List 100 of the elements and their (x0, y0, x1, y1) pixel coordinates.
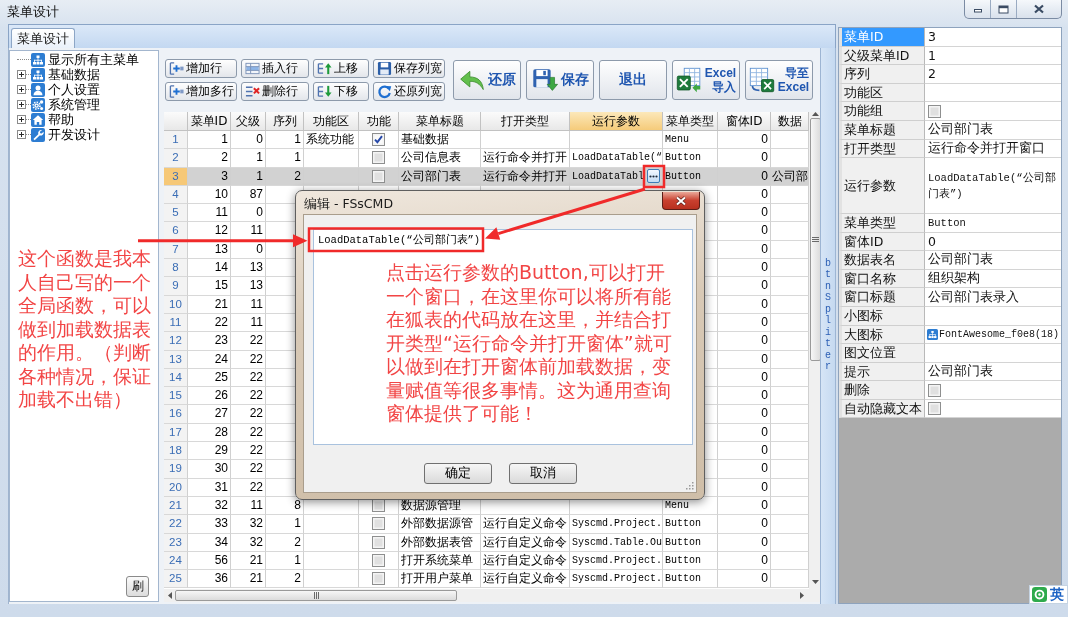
column-header[interactable]: 菜单标题 (399, 112, 481, 131)
ellipsis-button[interactable] (647, 169, 660, 184)
table-cell: 2 (266, 167, 304, 186)
property-label[interactable]: 数据表名 (839, 251, 925, 270)
property-value[interactable]: LoadDataTable(“公司部门表”) (925, 158, 1061, 214)
toolbar-button[interactable]: 删除行 (241, 82, 309, 101)
tree-item[interactable]: 帮助 (48, 112, 74, 127)
toolbar-button[interactable]: Excel 导入 (672, 60, 740, 100)
property-label[interactable]: 窗口标题 (839, 288, 925, 307)
checkbox[interactable] (928, 402, 941, 416)
table-cell: 0 (718, 460, 771, 479)
checkbox[interactable] (372, 133, 385, 147)
toolbar-button[interactable]: 还原列宽 (373, 82, 445, 101)
column-header[interactable]: 父级 (231, 112, 266, 131)
expand-icon[interactable] (17, 70, 26, 79)
scrollbar-thumb[interactable] (175, 590, 457, 601)
expand-icon[interactable] (17, 85, 26, 94)
property-value[interactable]: 公司部门表 (925, 251, 1061, 270)
ime-indicator[interactable]: 英 (1029, 585, 1068, 604)
property-value[interactable]: 3 (925, 28, 1061, 47)
table-row[interactable]: 22 33 32 1 外部数据源管 运行自定义命令 Syscmd.Project. Button 0 (164, 515, 809, 534)
row-number: 6 (164, 222, 188, 241)
checkbox[interactable] (372, 553, 385, 567)
horizontal-scrollbar[interactable] (164, 589, 809, 602)
toolbar-button[interactable]: 导至 Excel (745, 60, 813, 100)
property-label[interactable]: 删除 (839, 381, 925, 400)
vertical-scrollbar[interactable] (809, 112, 821, 589)
highlight-frame (642, 164, 666, 189)
table-row[interactable]: 24 56 21 1 打开系统菜单 运行自定义命令 Syscmd.Project. Button 0 (164, 551, 809, 571)
scroll-down-arrow[interactable] (811, 580, 819, 584)
column-header[interactable]: 窗体ID (718, 112, 771, 131)
table-row[interactable]: 1 1 0 1 系统功能 基础数据 Menu 0 (164, 131, 809, 150)
toolbar-button[interactable]: 保存 (526, 60, 594, 100)
scroll-up-arrow[interactable] (811, 112, 819, 116)
toolbar-button[interactable]: 退出 (599, 60, 667, 100)
refresh-button[interactable]: 刷 (126, 576, 149, 597)
table-row[interactable]: 23 34 32 2 外部数据表管 运行自定义命令 Syscmd.Table.Ou Button 0 (164, 533, 809, 552)
toolbar-button[interactable]: 保存列宽 (373, 59, 445, 78)
tree-item[interactable]: 开发设计 (48, 127, 100, 142)
gears-icon (31, 97, 45, 112)
table-cell: 32 (188, 496, 231, 516)
expand-icon[interactable] (17, 100, 26, 109)
table-cell: 0 (718, 368, 771, 388)
scrollbar-thumb[interactable] (809, 118, 821, 361)
checkbox[interactable] (372, 169, 385, 183)
table-cell: 0 (718, 185, 771, 205)
window-title: 菜单设计 (7, 4, 59, 20)
scroll-left-arrow[interactable] (168, 592, 172, 599)
column-header[interactable]: 菜单ID (188, 112, 231, 131)
down-arrow-icon (317, 84, 332, 99)
tree-item[interactable]: 基础数据 (48, 67, 100, 82)
table-cell: 系统功能 (304, 131, 359, 150)
checkbox[interactable] (928, 383, 941, 397)
property-label[interactable]: 运行参数 (839, 158, 925, 214)
toolbar-button[interactable]: 上移 (313, 59, 369, 78)
property-value[interactable]: 2 (925, 65, 1061, 84)
checkbox[interactable] (372, 517, 385, 531)
checkbox[interactable] (372, 151, 385, 165)
table-cell: 27 (188, 405, 231, 424)
table-cell: 0 (718, 332, 771, 351)
column-header[interactable]: 功能 (359, 112, 399, 131)
column-header[interactable]: 菜单类型 (663, 112, 718, 131)
close-button[interactable] (662, 192, 700, 210)
checkbox[interactable] (372, 572, 385, 586)
table-cell: LoadDataTable(“ (570, 149, 663, 168)
tab[interactable]: 菜单设计 (11, 28, 75, 48)
column-header[interactable]: 打开类型 (481, 112, 570, 131)
checkbox[interactable] (928, 104, 941, 118)
checkbox[interactable] (372, 535, 385, 549)
resize-grip-icon[interactable] (686, 482, 694, 490)
toolbar-button[interactable]: 下移 (313, 82, 369, 101)
toolbar-button[interactable]: 增加多行 (165, 82, 237, 101)
dialog-button[interactable]: 取消 (508, 463, 577, 484)
tree-item[interactable]: 系统管理 (48, 97, 100, 112)
property-label[interactable]: 序列 (839, 65, 925, 84)
table-cell: 22 (231, 350, 266, 369)
toolbar-button[interactable]: 插入行 (241, 59, 309, 78)
expand-icon[interactable] (17, 115, 26, 124)
property-label[interactable]: 功能组 (839, 102, 925, 121)
column-header[interactable]: 数据 (771, 112, 809, 131)
table-cell: 2 (188, 149, 231, 168)
table-cell: Button (663, 149, 718, 168)
toolbar-button[interactable]: 还原 (453, 60, 521, 100)
table-cell: Syscmd.Project. (570, 551, 663, 571)
tree-item[interactable]: 个人设置 (48, 82, 100, 97)
scroll-right-arrow[interactable] (800, 592, 804, 599)
dialog-button[interactable]: 确定 (423, 463, 492, 484)
table-cell: 34 (188, 533, 231, 552)
column-header[interactable]: 序列 (266, 112, 304, 131)
property-value[interactable]: 公司部门表录入 (925, 288, 1061, 307)
tree-item[interactable]: 显示所有主菜单 (48, 52, 139, 67)
splitter-button[interactable]: btnSpliter (820, 48, 836, 604)
table-row[interactable]: 25 36 21 2 打开用户菜单 运行自定义命令 Syscmd.Project. Button 0 (164, 570, 809, 589)
expand-icon[interactable] (17, 130, 26, 139)
property-label[interactable]: 图文位置 (839, 344, 925, 363)
column-header[interactable]: 功能区 (304, 112, 359, 131)
code-editor[interactable]: LoadDataTable(“公司部门表”) 点击运行参数的Button,可以打开一个窗口，在这里你可以将所有能在狐表的代码放在这里，并结合打开类型“运行命令并打开窗体”就可以做到在打开窗体前加载数据，变量赋值等很多事情。这为通用查询窗体提供了可能！ (313, 229, 693, 445)
column-header[interactable]: 运行参数 (570, 112, 663, 131)
toolbar-button[interactable]: 增加行 (165, 59, 237, 78)
table-row[interactable]: 2 2 1 1 公司信息表 运行命令并打开 LoadDataTable(“ Button 0 (164, 149, 809, 168)
